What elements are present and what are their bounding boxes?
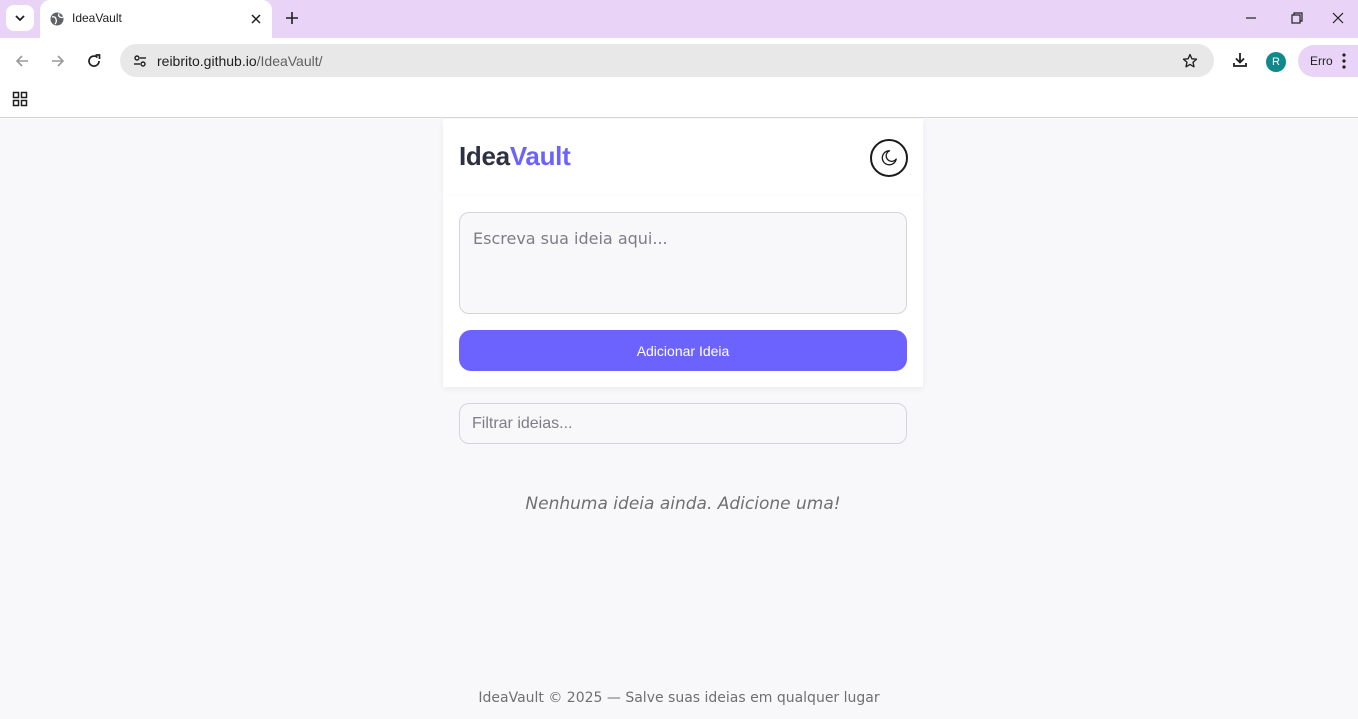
site-info-icon[interactable] (128, 49, 152, 73)
close-icon (251, 14, 261, 24)
filter-input[interactable] (459, 403, 907, 444)
new-tab-button[interactable] (281, 7, 303, 29)
bookmarks-bar (0, 84, 1358, 118)
browser-toolbar: reibrito.github.io/IdeaVault/ R Erro (0, 38, 1358, 84)
logo-part-vault: Vault (509, 141, 571, 171)
moon-icon (881, 150, 897, 166)
url-text: reibrito.github.io/IdeaVault/ (157, 53, 323, 69)
tab-strip: IdeaVault (0, 0, 1358, 38)
back-icon (15, 55, 28, 67)
window-close-button[interactable] (1318, 4, 1358, 32)
back-button[interactable] (8, 47, 36, 75)
empty-state-message: Nenhuma ideia ainda. Adicione uma! (525, 494, 841, 514)
globe-icon (49, 11, 65, 27)
star-icon (1182, 53, 1198, 68)
page-footer: IdeaVault © 2025 — Salve suas ideias em … (478, 690, 880, 706)
download-icon (1233, 53, 1247, 67)
error-button[interactable]: Erro (1298, 45, 1358, 77)
bookmark-star-button[interactable] (1178, 49, 1202, 73)
tab-list-icon (15, 15, 25, 22)
idea-input[interactable] (459, 212, 907, 314)
active-tab[interactable]: IdeaVault (40, 0, 272, 38)
minimize-icon (1246, 17, 1256, 19)
tab-close-button[interactable] (247, 10, 265, 28)
reload-button[interactable] (80, 47, 108, 75)
address-bar[interactable]: reibrito.github.io/IdeaVault/ (120, 44, 1214, 77)
reload-icon (88, 54, 101, 67)
close-icon (1332, 12, 1344, 24)
apps-icon (12, 91, 28, 107)
apps-button[interactable] (10, 89, 30, 109)
add-idea-button[interactable]: Adicionar Ideia (459, 330, 907, 371)
url-host: reibrito.github.io (157, 53, 257, 69)
restore-button[interactable] (1277, 4, 1317, 32)
idea-form: Adicionar Ideia (443, 196, 923, 387)
error-label: Erro (1310, 54, 1333, 68)
forward-icon (52, 55, 65, 67)
downloads-button[interactable] (1228, 48, 1252, 72)
profile-avatar[interactable]: R (1266, 52, 1286, 72)
app-header: IdeaVault (443, 119, 923, 196)
logo-part-idea: Idea (459, 141, 510, 171)
tab-title: IdeaVault (72, 11, 122, 25)
url-path: /IdeaVault/ (256, 53, 323, 69)
kebab-icon[interactable] (1338, 51, 1350, 71)
restore-icon (1291, 12, 1303, 24)
forward-button[interactable] (44, 47, 72, 75)
minimize-button[interactable] (1231, 4, 1271, 32)
plus-icon (286, 12, 298, 24)
tab-list-button[interactable] (6, 5, 34, 31)
app-logo: IdeaVault (459, 141, 571, 172)
theme-toggle-button[interactable] (870, 139, 908, 177)
